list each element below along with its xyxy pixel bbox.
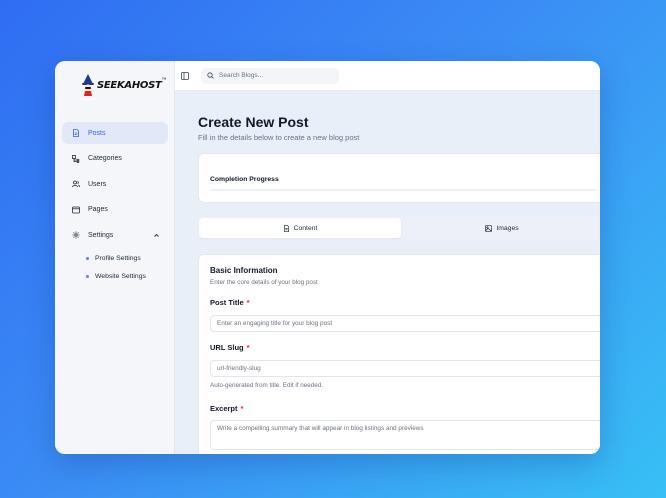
- browser-icon: [72, 206, 80, 214]
- sidebar-item-categories[interactable]: Categories: [62, 148, 168, 170]
- sidebar-item-pages[interactable]: Pages: [62, 199, 168, 221]
- search-input[interactable]: Search Blogs...: [201, 67, 339, 84]
- url-slug-label-text: URL Slug: [210, 343, 244, 352]
- progress-label: Completion Progress: [210, 176, 279, 183]
- tab-content[interactable]: Content: [199, 218, 401, 238]
- sidebar-item-label: Settings: [88, 231, 114, 239]
- sidebar-subitem-website-settings[interactable]: Website Settings: [62, 268, 168, 286]
- sidebar-item-label: Categories: [88, 155, 122, 162]
- sidebar-item-posts[interactable]: Posts: [62, 122, 168, 144]
- trademark-mark: ™: [161, 77, 167, 83]
- basic-info-card: Basic Information Enter the core details…: [198, 254, 600, 454]
- content-tabs: Content Images: [198, 217, 600, 239]
- progress-bar: [210, 189, 597, 191]
- category-icon: [72, 154, 80, 163]
- brand-logo[interactable]: SEEKAHOST ™: [81, 71, 167, 99]
- image-icon: [485, 224, 493, 232]
- users-icon: [72, 180, 80, 188]
- chevron-up-icon[interactable]: [153, 232, 160, 239]
- sidebar-item-label: Pages: [88, 206, 108, 213]
- excerpt-label-text: Excerpt: [210, 404, 238, 413]
- sidebar-subitem-label: Profile Settings: [95, 255, 141, 262]
- url-slug-input[interactable]: url-friendly-slug: [210, 360, 600, 377]
- search-icon: [207, 72, 214, 79]
- app-window: SEEKAHOST ™ Posts Categories Users Pages…: [55, 61, 600, 454]
- tab-label: Images: [496, 224, 519, 232]
- bullet-dot: [86, 257, 89, 260]
- required-marker: *: [246, 298, 250, 307]
- excerpt-label: Excerpt *: [210, 404, 243, 413]
- section-description: Enter the core details of your blog post: [210, 279, 318, 286]
- url-slug-helper: Auto-generated from title. Edit if neede…: [210, 382, 324, 389]
- top-bar: Search Blogs...: [175, 61, 600, 91]
- brand-logo-text: SEEKAHOST: [97, 79, 162, 91]
- sidebar-subitem-profile-settings[interactable]: Profile Settings: [62, 250, 168, 268]
- document-icon: [283, 224, 289, 232]
- main-content: Create New Post Fill in the details belo…: [175, 91, 600, 454]
- sidebar-item-settings[interactable]: Settings: [62, 224, 168, 246]
- gear-icon: [72, 231, 80, 239]
- document-icon: [72, 129, 80, 137]
- sidebar-subitem-label: Website Settings: [95, 273, 146, 280]
- sidebar-item-label: Users: [88, 180, 107, 188]
- post-title-label: Post Title *: [210, 298, 250, 307]
- tab-label: Content: [293, 224, 318, 232]
- post-title-input[interactable]: Enter an engaging title for your blog po…: [210, 315, 600, 332]
- page-title: Create New Post: [198, 114, 309, 130]
- page-subtitle: Fill in the details below to create a ne…: [198, 133, 360, 142]
- sidebar: SEEKAHOST ™ Posts Categories Users Pages…: [55, 61, 175, 454]
- settings-submenu: Profile Settings Website Settings: [62, 250, 168, 286]
- search-placeholder: Search Blogs...: [219, 72, 264, 79]
- progress-card: Completion Progress: [198, 153, 600, 203]
- section-title: Basic Information: [210, 266, 278, 275]
- tab-images[interactable]: Images: [401, 218, 600, 238]
- excerpt-textarea[interactable]: Write a compelling summary that will app…: [210, 420, 600, 450]
- required-marker: *: [246, 343, 250, 352]
- sidebar-item-label: Posts: [88, 129, 106, 137]
- url-slug-label: URL Slug *: [210, 343, 250, 352]
- sidebar-toggle-icon[interactable]: [181, 71, 189, 80]
- wizard-mascot-icon: [82, 74, 94, 96]
- bullet-dot: [86, 275, 89, 278]
- required-marker: *: [240, 404, 244, 413]
- sidebar-nav: Posts Categories Users Pages Settings Pr…: [62, 122, 168, 286]
- sidebar-item-users[interactable]: Users: [62, 173, 168, 195]
- post-title-label-text: Post Title: [210, 298, 244, 307]
